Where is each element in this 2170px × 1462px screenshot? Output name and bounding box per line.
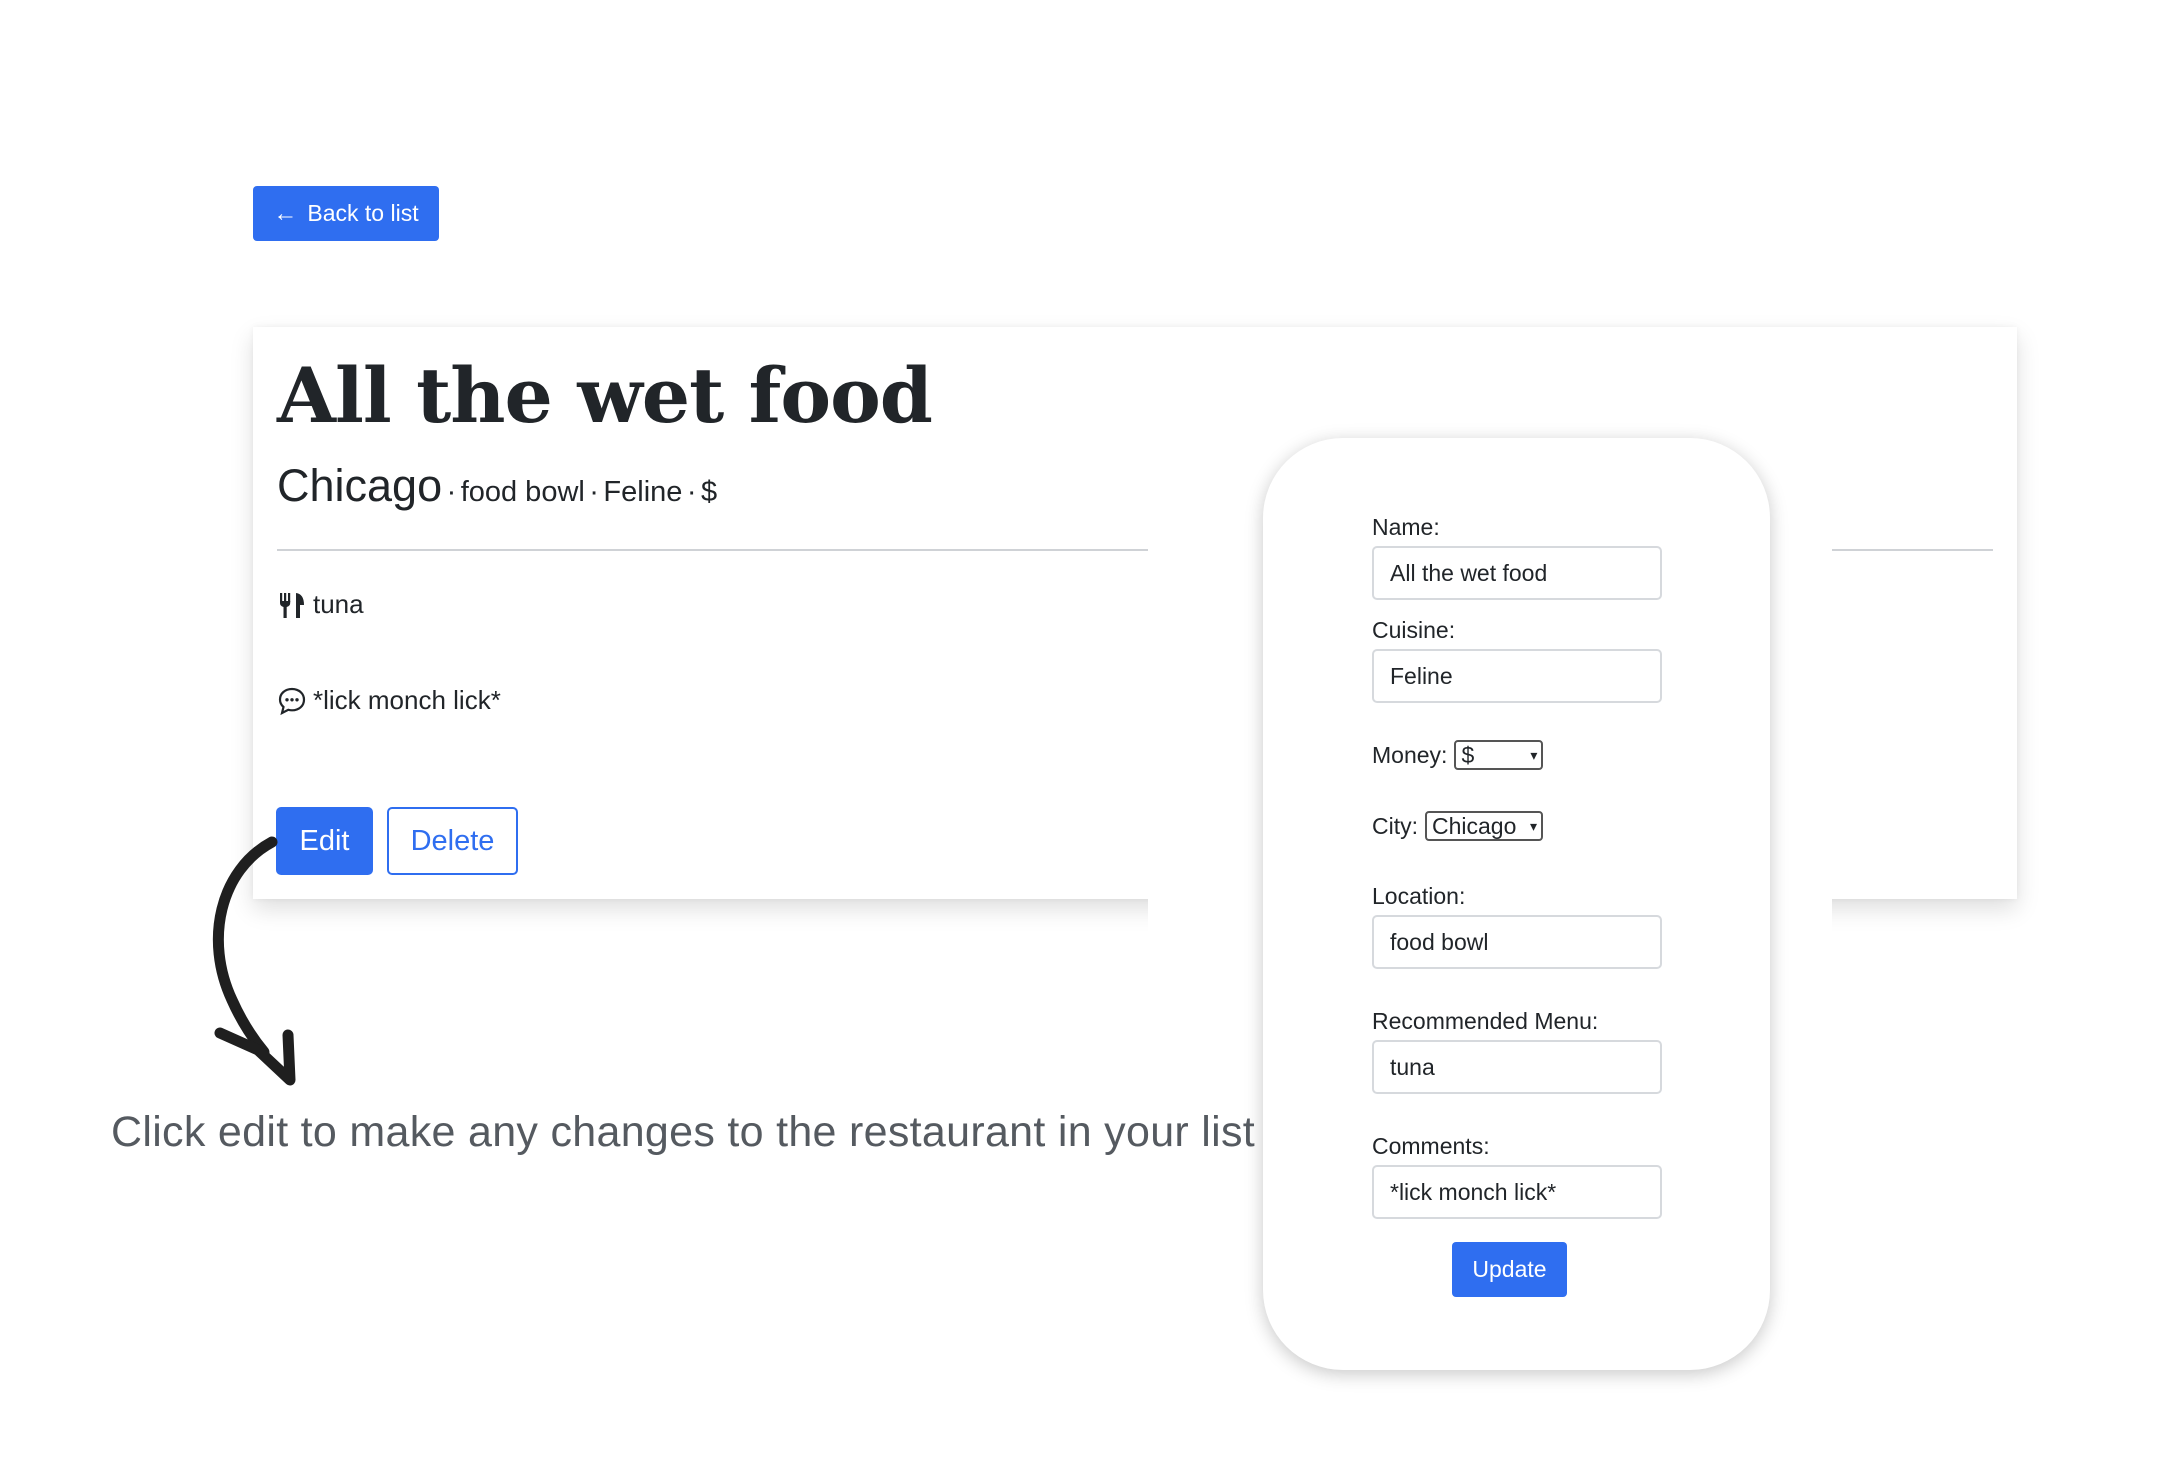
- location-label: Location:: [1372, 883, 1466, 909]
- city-select-value: Chicago: [1432, 812, 1517, 839]
- separator-dot: ·: [589, 476, 599, 508]
- menu-text: tuna: [313, 589, 364, 619]
- restaurant-money: $: [701, 476, 718, 508]
- restaurant-city: Chicago: [277, 460, 443, 511]
- separator-dot: ·: [686, 476, 697, 508]
- name-input[interactable]: All the wet food: [1372, 546, 1662, 600]
- restaurant-title: All the wet food: [277, 351, 933, 440]
- edit-form-panel: Name: All the wet food Cuisine: Feline M…: [1263, 438, 1770, 1370]
- city-row: City: Chicago ▾: [1372, 811, 1543, 841]
- back-to-list-button[interactable]: ← Back to list: [253, 186, 439, 241]
- separator-dot: ·: [446, 476, 457, 508]
- money-select[interactable]: $ ▾: [1454, 740, 1544, 770]
- comments-text: *lick monch lick*: [313, 685, 501, 715]
- speech-bubble-icon: [277, 686, 307, 716]
- comments-label: Comments:: [1372, 1133, 1490, 1159]
- chevron-down-icon: ▾: [1530, 747, 1538, 763]
- comments-input[interactable]: *lick monch lick*: [1372, 1165, 1662, 1219]
- chevron-down-icon: ▾: [1529, 818, 1537, 834]
- restaurant-subtitle: Chicago · food bowl · Feline · $: [277, 460, 717, 512]
- money-label: Money:: [1372, 741, 1448, 768]
- left-arrow-icon: ←: [273, 199, 298, 227]
- fork-knife-icon: [277, 590, 307, 620]
- back-to-list-label: Back to list: [307, 200, 419, 226]
- money-select-value: $: [1461, 741, 1475, 768]
- delete-button[interactable]: Delete: [387, 807, 518, 875]
- city-label: City:: [1372, 812, 1418, 839]
- restaurant-location: food bowl: [460, 476, 585, 508]
- restaurant-cuisine: Feline: [603, 476, 683, 508]
- location-input[interactable]: food bowl: [1372, 915, 1662, 969]
- update-button[interactable]: Update: [1452, 1242, 1567, 1297]
- cuisine-input[interactable]: Feline: [1372, 649, 1662, 703]
- curved-arrow-icon: [200, 830, 320, 1095]
- city-select[interactable]: Chicago ▾: [1425, 811, 1543, 841]
- menu-input[interactable]: tuna: [1372, 1040, 1662, 1094]
- comments-line: *lick monch lick*: [277, 685, 501, 716]
- cuisine-label: Cuisine:: [1372, 617, 1456, 643]
- instruction-text: Click edit to make any changes to the re…: [111, 1108, 1256, 1156]
- money-row: Money: $ ▾: [1372, 740, 1544, 770]
- menu-line: tuna: [277, 589, 364, 620]
- menu-label: Recommended Menu:: [1372, 1008, 1599, 1034]
- name-label: Name:: [1372, 514, 1440, 540]
